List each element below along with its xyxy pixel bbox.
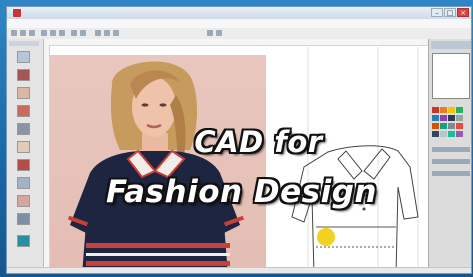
model-photo (50, 55, 266, 273)
garment-technical-sketch[interactable] (268, 47, 428, 273)
color-chip[interactable] (448, 107, 455, 113)
fabric-swatch[interactable] (17, 159, 30, 171)
toolbar-button[interactable] (104, 30, 110, 36)
toolbar-button[interactable] (59, 30, 65, 36)
color-chip[interactable] (440, 107, 447, 113)
toolbar-button[interactable] (41, 30, 47, 36)
toolbar-button[interactable] (11, 30, 17, 36)
sketch-drawing (291, 47, 419, 273)
color-chip[interactable] (440, 115, 447, 121)
color-chip[interactable] (432, 115, 439, 121)
fabric-swatch[interactable] (17, 51, 30, 63)
color-chip[interactable] (448, 115, 455, 121)
toolbar-button[interactable] (29, 30, 35, 36)
horizontal-ruler (44, 39, 428, 46)
toolbar-button[interactable] (216, 30, 222, 36)
toolbar-button[interactable] (207, 30, 213, 36)
preview-thumbnail[interactable] (432, 53, 470, 99)
color-chip[interactable] (456, 107, 463, 113)
color-chip[interactable] (456, 115, 463, 121)
toolbar-button[interactable] (80, 30, 86, 36)
fabric-swatch[interactable] (17, 213, 30, 225)
toolbar-button[interactable] (113, 30, 119, 36)
toolbar-button[interactable] (50, 30, 56, 36)
fabric-swatch[interactable] (17, 69, 30, 81)
scroll-track[interactable] (432, 159, 470, 164)
close-icon[interactable]: × (457, 8, 469, 17)
fabric-swatch[interactable] (17, 87, 30, 99)
toolbar-button[interactable] (20, 30, 26, 36)
panel-header (431, 41, 471, 49)
headline-line-1: CAD for (194, 125, 323, 159)
app-icon (13, 9, 21, 17)
color-chip[interactable] (432, 107, 439, 113)
toolbar-button[interactable] (95, 30, 101, 36)
model-illustration (67, 61, 245, 273)
status-bar (7, 267, 471, 273)
maximize-icon[interactable]: □ (444, 8, 456, 17)
toolbar-button[interactable] (71, 30, 77, 36)
headline-line-2: Fashion Design (106, 174, 377, 210)
minimize-icon[interactable]: – (431, 8, 443, 17)
fabric-swatch[interactable] (17, 105, 30, 117)
panel-header (9, 41, 39, 46)
fabric-swatch[interactable] (17, 235, 30, 247)
